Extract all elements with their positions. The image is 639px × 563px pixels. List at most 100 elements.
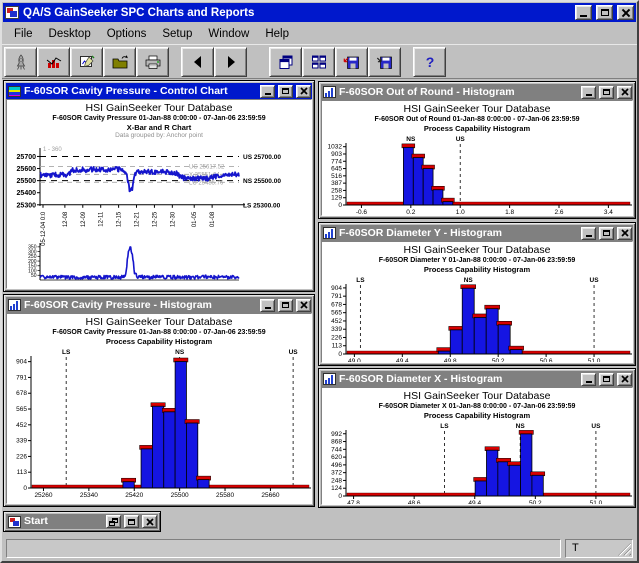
close-button[interactable] [617,373,632,386]
close-icon [300,88,307,95]
child-titlebar[interactable]: F-60SOR Diameter Y - Histogram [321,225,633,241]
maximize-icon [601,9,609,16]
tile-windows-button[interactable] [302,47,335,77]
svg-text:774: 774 [331,158,342,165]
arrow-left-icon [189,54,207,70]
svg-text:LC 25485.76: LC 25485.76 [189,180,224,186]
maximize-button[interactable] [596,5,613,20]
svg-text:NS: NS [516,423,526,430]
svg-text:904: 904 [16,359,27,366]
chart-area: HSI GainSeeker Tour Database F-60SOR Dia… [321,387,633,505]
menu-setup[interactable]: Setup [154,26,200,42]
chart-type-label: Process Capability Histogram [7,337,311,346]
maximize-button[interactable] [599,227,614,240]
child-window-title: F-60SOR Cavity Pressure - Histogram [24,298,257,313]
restore-icon [109,518,118,526]
child-titlebar[interactable]: F-60SOR Cavity Pressure - Histogram [6,297,312,313]
previous-button[interactable] [181,47,214,77]
minimize-button[interactable] [581,227,596,240]
child-titlebar[interactable]: Start [6,514,158,529]
new-chart-button[interactable] [37,47,70,77]
print-button[interactable] [136,47,169,77]
svg-text:678: 678 [331,301,342,308]
minimize-button[interactable] [260,299,275,312]
svg-text:51.0: 51.0 [590,500,603,505]
svg-text:NS: NS [406,136,416,143]
maximize-icon [603,89,610,95]
svg-text:49.4: 49.4 [396,358,409,363]
cascade-windows-button[interactable] [269,47,302,77]
tile-icon [310,54,328,70]
restore-button[interactable] [106,515,121,528]
status-bar: T [2,535,637,561]
chart-subtitle: F-60SOR Cavity Pressure 01-Jan-88 0:00:0… [7,328,311,337]
menu-desktop[interactable]: Desktop [41,26,99,42]
svg-text:49.8: 49.8 [444,358,457,363]
window-diameter-y-histogram: F-60SOR Diameter Y - Histogram HSI GainS… [318,222,636,366]
edit-chart-button[interactable] [70,47,103,77]
open-button[interactable] [103,47,136,77]
child-window-title: F-60SOR Cavity Pressure - Control Chart [24,84,257,99]
menu-bar: File Desktop Options Setup Window Help [2,23,637,44]
close-button[interactable] [617,86,632,99]
child-titlebar[interactable]: F-60SOR Out of Round - Histogram [321,84,633,100]
close-button[interactable] [296,299,311,312]
svg-text:744: 744 [331,446,342,453]
resize-grip[interactable] [618,543,631,556]
minimize-icon [586,381,592,383]
minimize-button[interactable] [581,86,596,99]
svg-text:620: 620 [331,454,342,461]
recall-desktop-button[interactable] [335,47,368,77]
svg-text:US: US [591,423,601,430]
minimize-button[interactable] [575,5,592,20]
chart-area: HSI GainSeeker Tour Database F-60SOR Cav… [6,99,312,289]
status-indicator-text: T [572,542,579,554]
child-titlebar[interactable]: F-60SOR Cavity Pressure - Control Chart [6,83,312,99]
minimize-icon [265,307,271,309]
next-button[interactable] [214,47,247,77]
close-button[interactable] [296,85,311,98]
chart-title: HSI GainSeeker Tour Database [7,102,311,114]
histogram-canvas: LSNSUS9047916785654523392261130252602534… [7,346,312,498]
control-chart-icon [8,86,21,97]
svg-text:25700: 25700 [17,154,37,161]
close-button[interactable] [617,5,634,20]
close-button[interactable] [142,515,157,528]
save-desktop-button[interactable] [368,47,401,77]
chart-title: HSI GainSeeker Tour Database [322,244,632,256]
maximize-button[interactable] [278,299,293,312]
svg-text:LS: LS [356,277,365,284]
svg-text:496: 496 [331,462,342,469]
menu-options[interactable]: Options [99,26,155,42]
maximize-button[interactable] [599,86,614,99]
menu-window[interactable]: Window [200,26,257,42]
svg-text:49.0: 49.0 [348,358,361,363]
minimize-button[interactable] [260,85,275,98]
main-titlebar[interactable]: QA/S GainSeeker SPC Charts and Reports [3,3,636,22]
svg-text:50: 50 [31,273,37,279]
close-icon [621,376,628,383]
minimize-button[interactable] [581,373,596,386]
minimize-icon [586,235,592,237]
chart-title: HSI GainSeeker Tour Database [322,103,632,115]
child-window-title: F-60SOR Diameter Y - Histogram [339,226,578,241]
window-cavity-pressure-histogram: F-60SOR Cavity Pressure - Histogram HSI … [3,294,315,507]
application-window: QA/S GainSeeker SPC Charts and Reports F… [0,0,639,563]
svg-text:?: ? [425,54,434,70]
maximize-button[interactable] [124,515,139,528]
close-button[interactable] [617,227,632,240]
maximize-button[interactable] [599,373,614,386]
help-button[interactable]: ? [413,47,446,77]
svg-text:565: 565 [16,406,27,413]
menu-file[interactable]: File [6,26,41,42]
child-titlebar[interactable]: F-60SOR Diameter X - Histogram [321,371,633,387]
menu-help[interactable]: Help [257,26,297,42]
rocket-icon [12,54,30,70]
maximize-button[interactable] [278,85,293,98]
launch-button[interactable] [4,47,37,77]
svg-text:LS: LS [440,423,449,430]
printer-icon [144,54,162,70]
svg-text:25400: 25400 [17,190,37,197]
chart-title: HSI GainSeeker Tour Database [7,316,311,328]
svg-text:NS: NS [464,277,474,284]
